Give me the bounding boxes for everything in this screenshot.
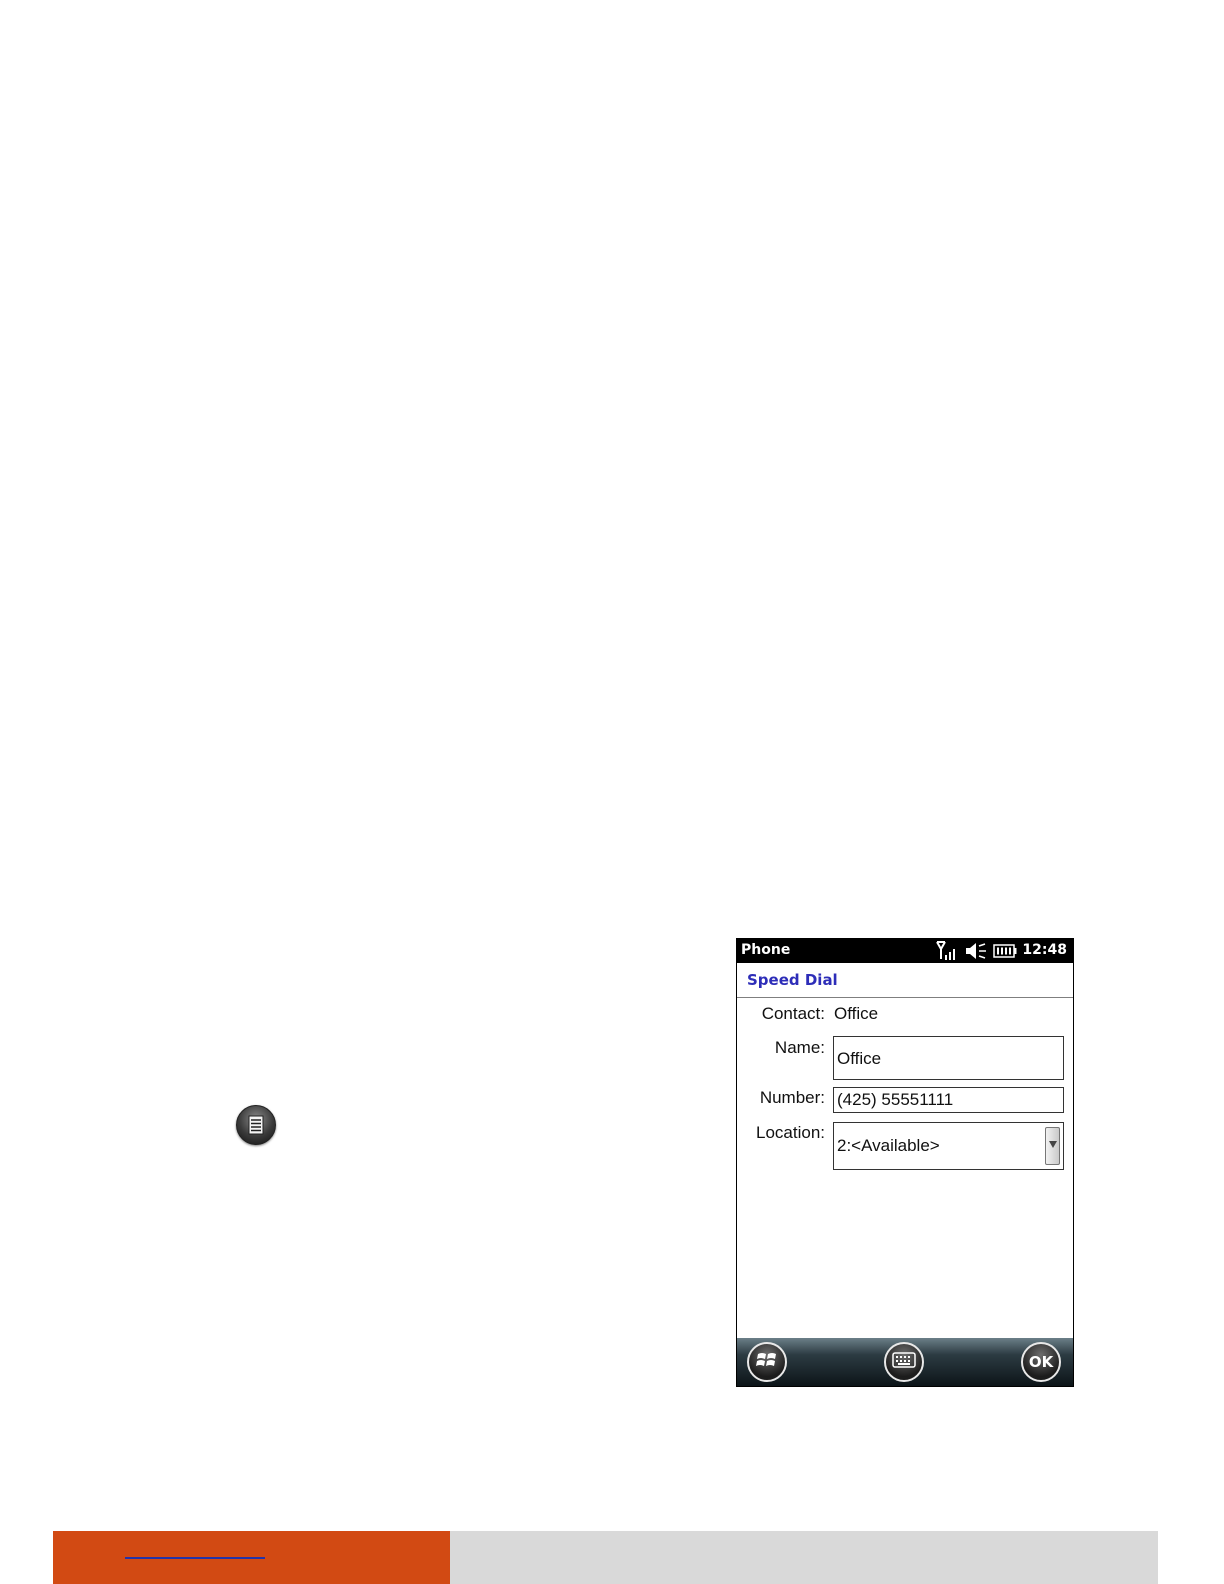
- location-dropdown[interactable]: 2:<Available>: [833, 1122, 1064, 1170]
- name-field-value: Office: [837, 1049, 882, 1068]
- menu-icon: [236, 1105, 276, 1145]
- page-title: Speed Dial: [747, 971, 838, 989]
- volume-muted-icon: [965, 942, 987, 964]
- chevron-down-icon[interactable]: [1045, 1127, 1060, 1165]
- soft-key-bar: OK: [737, 1338, 1073, 1386]
- contact-value: Office: [834, 1004, 879, 1023]
- windows-start-icon: [756, 1349, 778, 1375]
- number-label: Number:: [759, 1088, 825, 1107]
- ok-button[interactable]: OK: [1021, 1342, 1061, 1382]
- contact-label: Contact:: [761, 1004, 825, 1023]
- status-app-name: Phone: [741, 942, 791, 958]
- keyboard-icon: [892, 1352, 916, 1372]
- start-button[interactable]: [747, 1342, 787, 1382]
- footer-accent-bar: [53, 1531, 450, 1584]
- title-bar: Speed Dial: [737, 963, 1073, 998]
- status-clock: 12:48: [1022, 942, 1067, 958]
- signal-icon: [935, 941, 957, 965]
- keyboard-button[interactable]: [884, 1342, 924, 1382]
- footer-gray-bar: [450, 1531, 1158, 1584]
- location-label: Location:: [756, 1123, 825, 1142]
- battery-icon: [993, 944, 1017, 962]
- number-field-value: (425) 55551111: [837, 1090, 954, 1109]
- name-label: Name:: [774, 1038, 825, 1057]
- status-bar: Phone 12:48: [737, 939, 1073, 963]
- name-field[interactable]: Office: [833, 1036, 1064, 1080]
- phone-screen: Phone 12:48 Speed Dial Contact: Office N…: [736, 938, 1074, 1387]
- number-field[interactable]: (425) 55551111: [833, 1087, 1064, 1113]
- location-dropdown-value: 2:<Available>: [837, 1136, 940, 1155]
- footer-link-underline: [125, 1557, 265, 1559]
- ok-button-label: OK: [1028, 1353, 1054, 1371]
